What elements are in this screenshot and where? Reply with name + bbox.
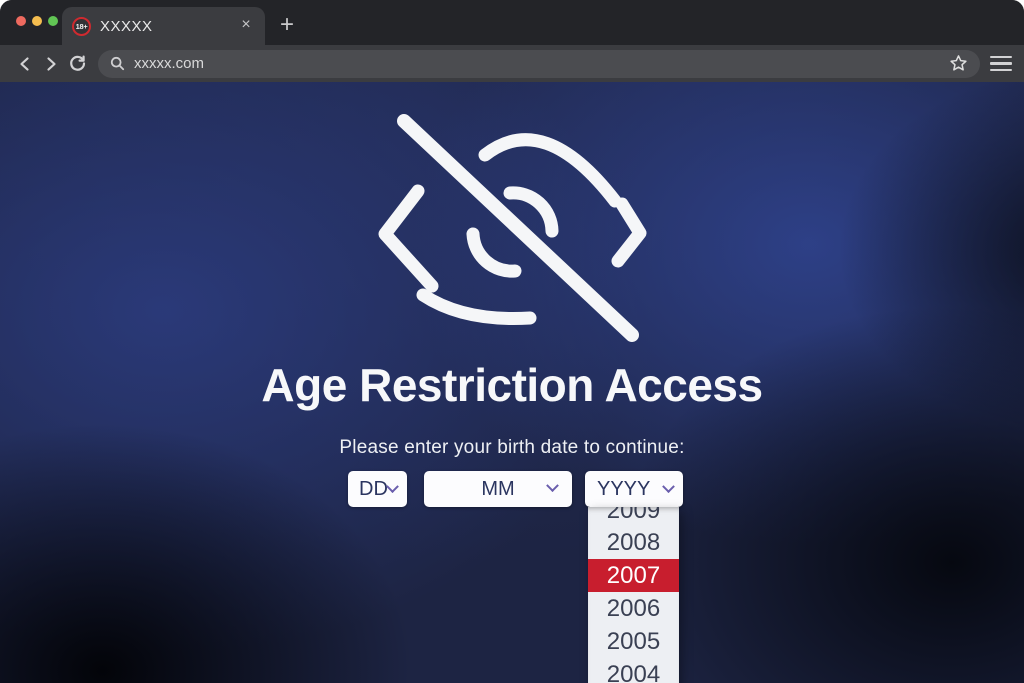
year-option[interactable]: 2007 bbox=[588, 559, 679, 592]
back-chevron-icon bbox=[16, 55, 34, 73]
year-select[interactable]: YYYY bbox=[585, 471, 683, 507]
chevron-down-icon bbox=[386, 480, 399, 493]
year-option[interactable]: 2008 bbox=[588, 526, 679, 559]
url-text: xxxxx.com bbox=[134, 55, 949, 72]
year-option[interactable]: 2009 bbox=[588, 507, 679, 526]
tab-close-button[interactable]: × bbox=[237, 17, 255, 35]
close-window-button[interactable] bbox=[16, 16, 26, 26]
year-option[interactable]: 2005 bbox=[588, 625, 679, 658]
back-button[interactable] bbox=[12, 51, 38, 77]
url-bar[interactable]: xxxxx.com bbox=[98, 50, 980, 78]
reload-icon bbox=[68, 54, 87, 73]
bookmark-star-button[interactable] bbox=[949, 54, 968, 73]
tab-title: XXXXX bbox=[100, 18, 237, 35]
browser-window: 18+ XXXXX × + bbox=[0, 0, 1024, 683]
browser-tab[interactable]: 18+ XXXXX × bbox=[62, 7, 265, 45]
year-select-value: YYYY bbox=[597, 478, 650, 501]
year-option[interactable]: 2004 bbox=[588, 658, 679, 683]
chevron-down-icon bbox=[546, 479, 559, 492]
18-plus-favicon-icon: 18+ bbox=[72, 17, 91, 36]
page-title: Age Restriction Access bbox=[0, 358, 1024, 412]
browser-titlebar: 18+ XXXXX × + bbox=[0, 0, 1024, 45]
browser-toolbar: xxxxx.com bbox=[0, 45, 1024, 82]
new-tab-button[interactable]: + bbox=[272, 10, 302, 40]
month-select[interactable]: MM bbox=[424, 471, 572, 507]
age-gate-page: Age Restriction Access Please enter your… bbox=[0, 82, 1024, 683]
zoom-window-button[interactable] bbox=[48, 16, 58, 26]
year-dropdown-list: 2009 2008 2007 2006 2005 2004 bbox=[588, 507, 679, 683]
forward-button[interactable] bbox=[38, 51, 64, 77]
month-select-value: MM bbox=[481, 478, 514, 501]
minimize-window-button[interactable] bbox=[32, 16, 42, 26]
eye-off-icon bbox=[382, 110, 646, 348]
window-controls bbox=[16, 16, 58, 26]
chevron-down-icon bbox=[662, 480, 675, 493]
forward-chevron-icon bbox=[42, 55, 60, 73]
day-select[interactable]: DD bbox=[348, 471, 407, 507]
page-subtitle: Please enter your birth date to continue… bbox=[0, 437, 1024, 459]
search-icon bbox=[110, 56, 125, 71]
year-option[interactable]: 2006 bbox=[588, 592, 679, 625]
day-select-value: DD bbox=[359, 478, 388, 501]
menu-button[interactable] bbox=[990, 51, 1012, 77]
reload-button[interactable] bbox=[64, 51, 90, 77]
screenshot: 18+ XXXXX × + bbox=[0, 0, 1024, 683]
